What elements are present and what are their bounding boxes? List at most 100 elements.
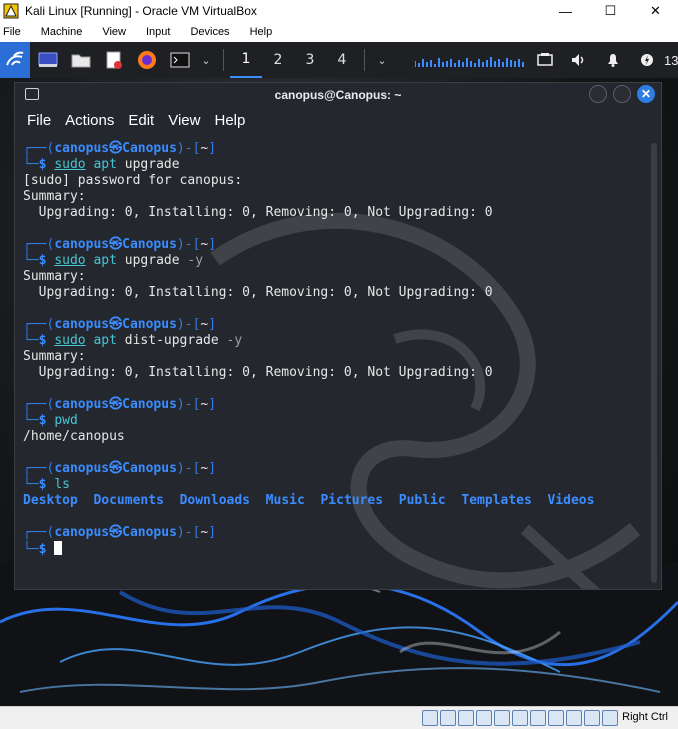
terminal-menu-actions[interactable]: Actions	[65, 112, 114, 129]
command-word: -y	[226, 333, 243, 348]
ls-item: Templates	[461, 493, 532, 508]
menu-input[interactable]: Input	[143, 26, 177, 38]
text-editor-button[interactable]	[99, 45, 129, 75]
menu-help[interactable]: Help	[247, 26, 280, 38]
prompt-command-line: └─$ pwd	[23, 413, 78, 428]
output-line: Upgrading: 0, Installing: 0, Removing: 0…	[23, 285, 493, 300]
host-key-label: Right Ctrl	[622, 711, 668, 723]
terminal-menu-help[interactable]: Help	[214, 112, 245, 129]
prompt-user: canopus	[54, 397, 110, 412]
text-editor-icon	[106, 51, 122, 69]
file-manager-button[interactable]	[66, 45, 96, 75]
prompt-command-line: └─$ sudo apt upgrade	[23, 157, 180, 172]
close-button[interactable]: ✕	[633, 0, 678, 22]
host-window-title: Kali Linux [Running] - Oracle VM Virtual…	[25, 4, 257, 18]
kali-dragon-icon	[6, 51, 24, 66]
ls-item: Downloads	[179, 493, 251, 508]
output-line: Upgrading: 0, Installing: 0, Removing: 0…	[23, 365, 493, 380]
host-menu-bar: File Machine View Input Devices Help	[0, 22, 678, 42]
kali-top-panel: ⌄ 1 2 3 4 ⌄ 13	[0, 42, 678, 78]
terminal-icon	[170, 52, 190, 68]
terminal-menu-edit[interactable]: Edit	[128, 112, 154, 129]
cpu-graph	[415, 57, 524, 67]
ls-item: Documents	[93, 493, 164, 508]
menu-machine[interactable]: Machine	[38, 26, 90, 38]
command-word: apt	[93, 157, 117, 172]
prompt-user: canopus	[54, 461, 110, 476]
host-key-arrow-icon[interactable]	[602, 710, 618, 726]
workspace-2[interactable]: 2	[262, 42, 294, 78]
network-icon[interactable]	[476, 710, 492, 726]
show-desktop-button[interactable]	[33, 45, 63, 75]
prompt-header: ┌──(canopus㉿Canopus)-[~]	[23, 525, 217, 540]
audio-icon[interactable]	[458, 710, 474, 726]
terminal-menu-file[interactable]: File	[27, 112, 51, 129]
host-window-controls: — ☐ ✕	[543, 0, 678, 22]
prompt-header: ┌──(canopus㉿Canopus)-[~]	[23, 461, 217, 476]
prompt-user: canopus	[54, 317, 110, 332]
command-word: apt	[93, 253, 117, 268]
desktop-icon	[38, 52, 58, 67]
terminal-menu-bar: File Actions Edit View Help	[15, 107, 661, 133]
prompt-user: canopus	[54, 237, 110, 252]
workspace-4[interactable]: 4	[326, 42, 358, 78]
terminal-minimize-button[interactable]	[589, 85, 607, 103]
prompt-host: Canopus	[122, 237, 177, 252]
screenshot-icon[interactable]	[528, 53, 562, 67]
terminal-close-button[interactable]: ✕	[637, 85, 655, 103]
menu-devices[interactable]: Devices	[187, 26, 236, 38]
prompt-host: Canopus	[122, 141, 177, 156]
command-word: upgrade	[124, 157, 180, 172]
ls-item: Videos	[547, 493, 595, 508]
display-icon[interactable]	[530, 710, 546, 726]
panel-separator	[223, 49, 224, 71]
prompt-command-line: └─$	[23, 541, 63, 557]
terminal-launcher-button[interactable]	[165, 45, 195, 75]
notification-bell-icon[interactable]	[596, 53, 630, 67]
launcher-chevron-down-icon[interactable]: ⌄	[195, 54, 217, 67]
command-word: -y	[187, 253, 204, 268]
host-status-bar: Right Ctrl	[0, 706, 678, 729]
panel-separator	[364, 49, 365, 71]
menu-view[interactable]: View	[99, 26, 133, 38]
terminal-window-icon	[25, 88, 39, 100]
clock[interactable]: 13	[664, 53, 678, 68]
prompt-header: ┌──(canopus㉿Canopus)-[~]	[23, 141, 217, 156]
kali-dragon-watermark	[210, 212, 641, 589]
power-icon[interactable]	[630, 53, 664, 67]
ls-item: Pictures	[320, 493, 384, 508]
terminal-title-bar[interactable]: canopus@Canopus: ~ ✕	[15, 83, 661, 107]
terminal-menu-view[interactable]: View	[168, 112, 200, 129]
menu-file[interactable]: File	[0, 26, 28, 38]
command-word: sudo	[54, 157, 86, 172]
terminal-maximize-button[interactable]	[613, 85, 631, 103]
minimize-button[interactable]: —	[543, 0, 588, 22]
terminal-output[interactable]: ┌──(canopus㉿Canopus)-[~] └─$ sudo apt up…	[15, 139, 651, 589]
workspace-3[interactable]: 3	[294, 42, 326, 78]
firefox-icon	[138, 51, 156, 69]
optical-drive-icon[interactable]	[440, 710, 456, 726]
usb-icon[interactable]	[494, 710, 510, 726]
volume-icon[interactable]	[562, 53, 596, 67]
ls-output: Desktop Documents Downloads Music Pictur…	[23, 493, 594, 509]
shared-folders-icon[interactable]	[512, 710, 528, 726]
terminal-scrollbar[interactable]	[651, 143, 657, 583]
kali-applications-menu[interactable]	[0, 42, 30, 78]
command-word: apt	[93, 333, 117, 348]
maximize-button[interactable]: ☐	[588, 0, 633, 22]
firefox-button[interactable]	[132, 45, 162, 75]
output-line: Summary:	[23, 189, 86, 204]
command-word: dist-upgrade	[124, 333, 219, 348]
workspace-1[interactable]: 1	[230, 42, 262, 78]
prompt-header: ┌──(canopus㉿Canopus)-[~]	[23, 317, 217, 332]
mouse-integration-icon[interactable]	[584, 710, 600, 726]
prompt-host: Canopus	[122, 317, 177, 332]
command-word: sudo	[54, 253, 86, 268]
video-capture-icon[interactable]	[548, 710, 564, 726]
output-line: [sudo] password for canopus:	[23, 173, 243, 188]
workspace-chevron-down-icon[interactable]: ⌄	[371, 54, 393, 67]
guest-desktop: ⌄ 1 2 3 4 ⌄ 13 canopus@Canopus: ~ ✕ File…	[0, 42, 678, 706]
cpu-icon[interactable]	[566, 710, 582, 726]
storage-icon[interactable]	[422, 710, 438, 726]
prompt-user: canopus	[54, 141, 110, 156]
